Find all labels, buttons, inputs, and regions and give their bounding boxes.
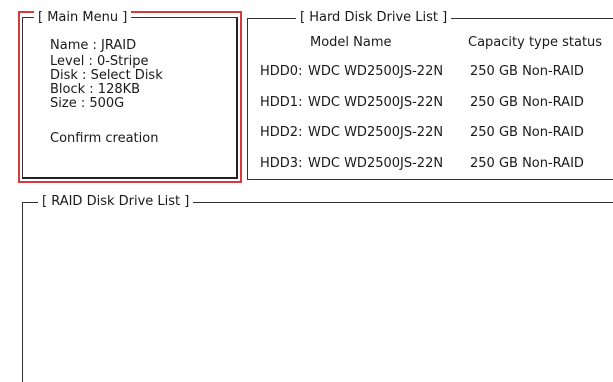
hdd-status: 250 GB Non-RAID	[470, 125, 584, 140]
hdd-id: HDD1:	[260, 95, 303, 110]
menu-item-level[interactable]: Level : 0-Stripe	[50, 55, 148, 69]
hdd-row[interactable]: HDD2: WDC WD2500JS-22N 250 GB Non-RAID	[260, 125, 584, 140]
menu-item-disk[interactable]: Disk : Select Disk	[50, 69, 163, 83]
hdd-status: 250 GB Non-RAID	[470, 64, 584, 79]
hdd-model: WDC WD2500JS-22N	[308, 64, 444, 79]
menu-item-block[interactable]: Block : 128KB	[50, 83, 140, 97]
hdd-model: WDC WD2500JS-22N	[308, 156, 444, 171]
raid-list-panel	[22, 202, 613, 382]
hdd-row[interactable]: HDD3: WDC WD2500JS-22N 250 GB Non-RAID	[260, 156, 584, 171]
hdd-id: HDD0:	[260, 64, 303, 79]
hdd-row[interactable]: HDD1: WDC WD2500JS-22N 250 GB Non-RAID	[260, 95, 584, 110]
hdd-list-title: [ Hard Disk Drive List ]	[296, 10, 452, 25]
hdd-header-capacity-status: Capacity type status	[468, 35, 603, 50]
main-menu-title: [ Main Menu ]	[34, 10, 132, 25]
hdd-id: HDD3:	[260, 156, 303, 171]
hdd-model: WDC WD2500JS-22N	[308, 125, 444, 140]
hdd-row[interactable]: HDD0: WDC WD2500JS-22N 250 GB Non-RAID	[260, 64, 584, 79]
hdd-status: 250 GB Non-RAID	[470, 95, 584, 110]
raid-list-title: [ RAID Disk Drive List ]	[38, 194, 194, 209]
hdd-id: HDD2:	[260, 125, 303, 140]
hdd-model: WDC WD2500JS-22N	[308, 95, 444, 110]
hdd-status: 250 GB Non-RAID	[470, 156, 584, 171]
menu-item-name[interactable]: Name : JRAID	[50, 39, 136, 53]
menu-item-confirm-creation[interactable]: Confirm creation	[50, 132, 158, 146]
hdd-header-model-name: Model Name	[310, 35, 392, 50]
menu-item-size[interactable]: Size : 500G	[50, 97, 124, 111]
